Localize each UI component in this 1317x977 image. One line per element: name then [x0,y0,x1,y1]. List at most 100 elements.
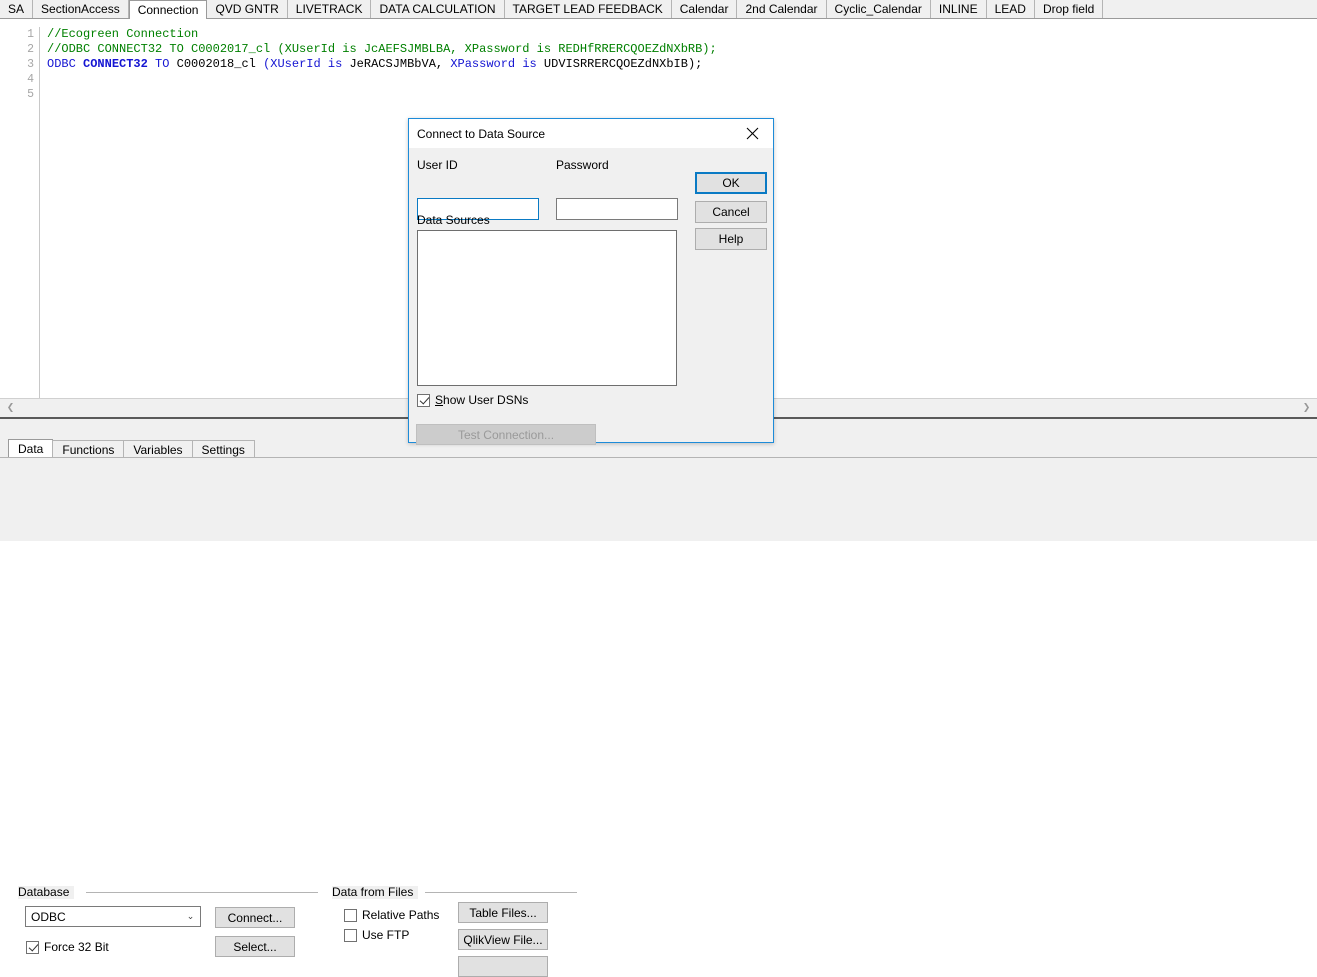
panel-tab-strip: Data Functions Variables Settings [8,439,255,458]
select-button[interactable]: Select... [215,936,295,957]
script-tab-calendar[interactable]: Calendar [671,0,738,18]
dialog-titlebar: Connect to Data Source [409,119,773,148]
show-user-dsns-accesskey: S [435,393,444,407]
show-user-dsns-checkbox[interactable]: Show User DSNs [417,393,528,407]
script-tab-label: Calendar [679,2,729,16]
script-tab-data-calculation[interactable]: DATA CALCULATION [371,0,505,18]
checkbox-box-icon [417,393,430,407]
script-tab-strip-filler [1103,0,1317,18]
table-files-button[interactable]: Table Files... [458,902,548,923]
script-tab-lead[interactable]: LEAD [986,0,1035,18]
line-number: 2 [27,43,34,56]
script-tab-cyclic-calendar[interactable]: Cyclic_Calendar [826,0,931,18]
script-tab-connection[interactable]: Connection [128,0,208,19]
line-number: 5 [27,88,34,101]
cancel-button[interactable]: Cancel [695,201,767,223]
checkbox-box-icon [344,908,357,922]
panel-tab-functions[interactable]: Functions [52,440,125,458]
script-tab-sa[interactable]: SA [0,0,34,18]
script-tab-label: Connection [137,3,199,17]
dialog-title: Connect to Data Source [417,126,546,141]
code-line: ODBC CONNECT32 TO C0002018_cl (XUserId i… [47,57,1309,72]
panel-tab-data[interactable]: Data [8,439,54,458]
connect-button[interactable]: Connect... [215,907,295,928]
use-ftp-checkbox[interactable]: Use FTP [344,928,409,942]
line-number-gutter: 1 2 3 4 5 [14,27,40,398]
code-token: JeRACSJMBbVA, [342,57,451,71]
code-token: CONNECT32 [83,57,148,71]
script-tab-livetrack[interactable]: LIVETRACK [287,0,372,18]
show-user-dsns-label: Show User DSNs [435,393,528,407]
test-connection-button[interactable]: Test Connection... [416,424,596,445]
code-line: //Ecogreen Connection [47,27,1309,42]
data-sources-label: Data Sources [417,213,490,227]
script-tab-label: QVD GNTR [215,2,279,16]
checkbox-box-icon [26,940,39,954]
code-token: C0002018_cl [176,57,264,71]
line-number: 4 [27,73,34,86]
checkbox-box-icon [344,928,357,942]
dialog-body: User ID Password Data Sources OK Cancel … [409,148,773,445]
code-token: XPassword is [450,57,537,71]
relative-paths-label: Relative Paths [362,908,440,922]
code-token: ODBC [47,57,84,71]
database-type-combobox[interactable]: ODBC ⌄ [25,906,201,927]
database-group-rule [86,892,318,893]
script-tab-label: Cyclic_Calendar [834,2,922,16]
user-id-label: User ID [417,158,458,172]
line-number: 3 [27,58,34,71]
code-token: //ODBC CONNECT32 TO C0002017_cl (XUserId… [47,42,717,56]
script-tab-label: LIVETRACK [295,2,363,16]
database-type-value: ODBC [31,909,66,924]
script-tab-drop-field[interactable]: Drop field [1034,0,1104,18]
connect-to-data-source-dialog: Connect to Data Source User ID Password … [408,118,774,445]
script-tab-sectionaccess[interactable]: SectionAccess [33,0,129,18]
panel-tab-label: Settings [201,442,245,457]
ok-button[interactable]: OK [695,172,767,194]
line-number: 1 [27,28,34,41]
relative-paths-checkbox[interactable]: Relative Paths [344,908,439,922]
panel-tab-underline [0,457,1317,458]
use-ftp-label: Use FTP [362,928,410,942]
script-tab-label: SA [8,2,25,16]
password-label: Password [556,158,609,172]
script-tab-label: Drop field [1042,2,1095,16]
panel-tab-label: Data [18,442,44,456]
code-token: //Ecogreen Connection [47,27,199,41]
data-sources-listbox[interactable] [417,230,677,386]
script-tab-label: INLINE [938,2,978,16]
chevron-down-icon: ⌄ [186,911,195,922]
password-input[interactable] [556,198,678,220]
scroll-left-arrow-icon[interactable]: ❮ [2,399,19,417]
script-tab-inline[interactable]: INLINE [930,0,987,18]
script-tab-label: LEAD [994,2,1026,16]
script-tab-2nd-calendar[interactable]: 2nd Calendar [737,0,827,18]
code-token: (XUserId is [263,57,343,71]
panel-tab-variables[interactable]: Variables [123,440,193,458]
code-line: //ODBC CONNECT32 TO C0002017_cl (XUserId… [47,42,1309,57]
panel-tab-settings[interactable]: Settings [191,440,255,458]
qlikview-file-button[interactable]: QlikView File... [458,929,548,950]
code-token: UDVISRRERCQOEZdNXbIB); [536,57,703,71]
data-from-files-group-label: Data from Files [332,886,419,899]
force-32-bit-label: Force 32 Bit [44,940,109,954]
force-32-bit-checkbox[interactable]: Force 32 Bit [26,940,109,954]
third-file-button[interactable] [458,956,548,977]
close-icon[interactable] [731,119,773,147]
script-tab-label: DATA CALCULATION [379,2,496,16]
code-token: TO [147,57,177,71]
script-tab-label: TARGET LEAD FEEDBACK [512,2,663,16]
scroll-right-arrow-icon[interactable]: ❯ [1298,399,1315,417]
script-tab-target-lead-feedback[interactable]: TARGET LEAD FEEDBACK [504,0,672,18]
data-from-files-group-rule [425,892,577,893]
panel-tab-label: Variables [133,442,183,457]
script-tab-label: SectionAccess [41,2,120,16]
show-user-dsns-label-rest: how User DSNs [443,393,529,407]
database-group-label: Database [18,886,75,899]
script-tab-qvd-gntr[interactable]: QVD GNTR [207,0,288,18]
panel-tab-label: Functions [62,442,115,457]
help-button[interactable]: Help [695,228,767,250]
script-tab-strip: SA SectionAccess Connection QVD GNTR LIVETRA… [0,0,1317,19]
